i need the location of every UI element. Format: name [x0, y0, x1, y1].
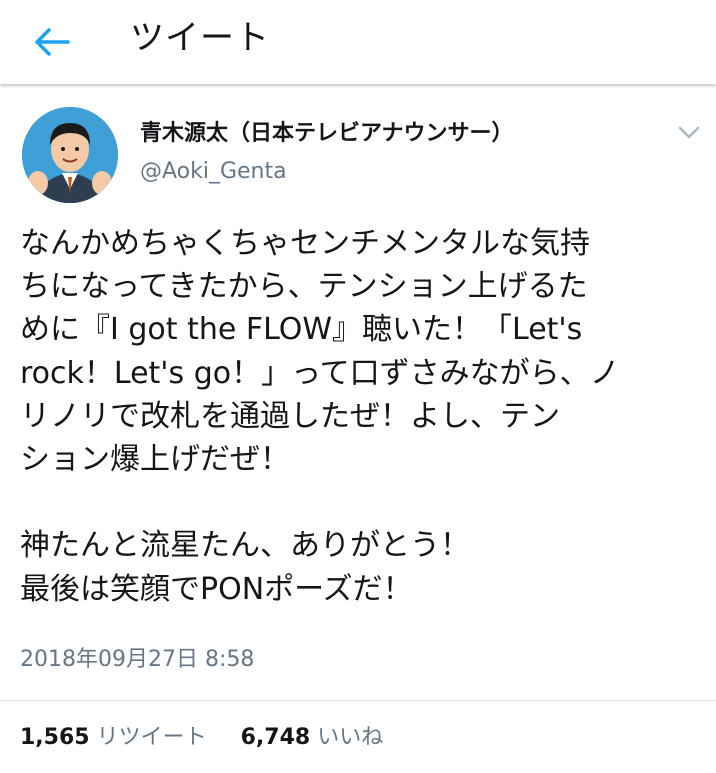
top-bar: ツイート [0, 0, 716, 84]
chevron-down-icon [678, 126, 700, 139]
display-name[interactable]: 青木源太（日本テレビアナウンサー） [140, 120, 514, 148]
tweet-text-line: ちになってきたから、テンション上げるた [20, 269, 588, 305]
divider [0, 700, 716, 701]
avatar[interactable] [22, 107, 118, 203]
like-stat[interactable]: 6,748 いいね [241, 725, 384, 750]
tweet-text-line: めに『I got the FLOW』聴いた！「Let's [20, 312, 583, 348]
tweet-text-line: rock！Let's go！」って口ずさみながら、ノ [20, 355, 620, 391]
retweet-label: リツイート [96, 725, 207, 750]
tweet-menu-button[interactable] [676, 122, 702, 142]
back-arrow-icon [35, 28, 70, 56]
tweet-text-line: 最後は笑顔でPONポーズだ！ [20, 571, 413, 607]
tweet-timestamp: 2018年09月27日 8:58 [20, 647, 255, 672]
tweet-text-line: ション爆上げだぜ！ [20, 441, 290, 477]
tweet-text: なんかめちゃくちゃセンチメンタルな気持 ちになってきたから、テンション上げるた … [20, 222, 680, 611]
tweet-text-line: リノリで改札を通過したぜ！よし、テン [20, 398, 560, 434]
like-label: いいね [317, 725, 384, 750]
tweet-text-line: なんかめちゃくちゃセンチメンタルな気持 [20, 226, 590, 261]
back-button[interactable] [30, 22, 74, 62]
like-count: 6,748 [240, 725, 311, 750]
tweet-text-line: 神たんと流星たん、ありがとう！ [20, 528, 470, 564]
page-title: ツイート [130, 18, 270, 58]
user-handle[interactable]: @Aoki_Genta [140, 158, 287, 186]
retweet-stat[interactable]: 1,565 リツイート [20, 725, 214, 750]
tweet-stats: 1,565 リツイート 6,748 いいね [20, 724, 383, 752]
retweet-count: 1,565 [20, 725, 90, 750]
avatar-image [22, 107, 118, 203]
